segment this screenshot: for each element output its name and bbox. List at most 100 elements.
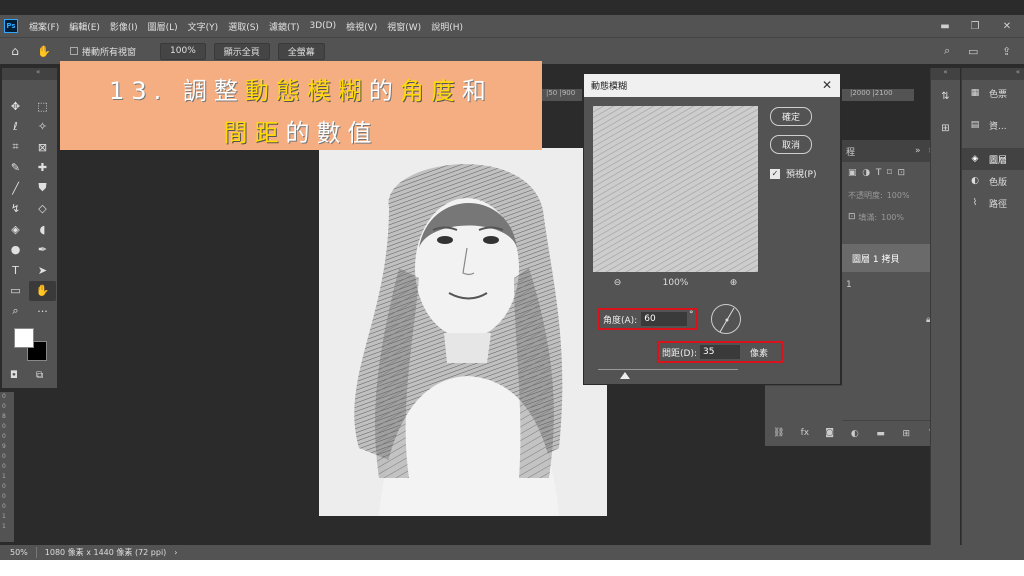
brush-tool-icon[interactable]: ╱: [2, 178, 29, 199]
ruler-tick: 0: [2, 463, 6, 470]
libraries-panel-button[interactable]: ▤ 資...: [962, 114, 1024, 136]
dialog-title-bar[interactable]: 動態模糊 ✕: [584, 74, 840, 97]
menu-3d[interactable]: 3D(D): [304, 21, 341, 31]
lock-icon[interactable]: ⊡: [848, 212, 856, 222]
ok-button[interactable]: 確定: [770, 107, 812, 126]
options-bar: ⌂ ✋ 捲動所有視窗 100% 顯示全頁 全螢幕 ⌕ ▭ ⇪: [0, 37, 1024, 64]
fill-screen-button[interactable]: 全螢幕: [277, 42, 325, 60]
adjustments-panel-icon[interactable]: ⊞: [931, 112, 960, 144]
paths-tab-fragment[interactable]: 程: [846, 145, 855, 158]
layer-row-name-fragment[interactable]: 1: [842, 280, 852, 290]
fill-value[interactable]: 100%: [881, 213, 904, 222]
menu-select[interactable]: 選取(S): [223, 20, 264, 33]
group-icon[interactable]: ▬: [876, 429, 885, 439]
pixel-filter-icon[interactable]: ▣: [848, 168, 857, 178]
distance-input[interactable]: 35: [700, 345, 740, 359]
opacity-value[interactable]: 100%: [887, 191, 910, 200]
workspace-icon[interactable]: ▭: [968, 45, 978, 58]
angle-input[interactable]: 60: [641, 312, 688, 326]
ruler-tick: 0: [2, 453, 6, 460]
menu-type[interactable]: 文字(Y): [183, 20, 224, 33]
distance-slider-track[interactable]: [598, 369, 738, 370]
type-filter-icon[interactable]: T: [876, 168, 882, 178]
path-select-tool-icon[interactable]: ➤: [29, 260, 56, 281]
dock-collapse-icon[interactable]: «: [931, 68, 960, 80]
eyedropper-tool-icon[interactable]: ✎: [2, 158, 29, 179]
libraries-label: 資...: [989, 121, 1007, 132]
menu-help[interactable]: 說明(H): [426, 20, 468, 33]
blur-preview[interactable]: [593, 106, 758, 272]
banner-highlight-motion-blur: 動態模糊: [244, 77, 369, 105]
preview-toggle[interactable]: ✓ 預視(P): [770, 167, 816, 180]
restore-button[interactable]: ❐: [960, 15, 990, 37]
status-menu-arrow[interactable]: ›: [174, 548, 177, 557]
zoom-100-button[interactable]: 100%: [160, 42, 206, 60]
zoom-tool-icon[interactable]: ⌕: [2, 301, 29, 322]
new-layer-icon[interactable]: ⊞: [903, 429, 911, 439]
canvas-image[interactable]: [319, 148, 607, 516]
channels-panel-button[interactable]: ◐ 色版: [962, 170, 1024, 192]
minimize-button[interactable]: ▬: [930, 15, 960, 37]
blur-tool-icon[interactable]: ◖: [29, 219, 56, 240]
screen-mode-icon[interactable]: ⧉: [36, 370, 43, 381]
zoom-in-icon[interactable]: ⊕: [730, 278, 738, 288]
menu-filter[interactable]: 濾鏡(T): [264, 20, 305, 33]
type-tool-icon[interactable]: T: [2, 260, 29, 281]
eraser-tool-icon[interactable]: ◇: [29, 199, 56, 220]
dialog-title: 動態模糊: [591, 82, 628, 92]
menu-image[interactable]: 影像(I): [105, 20, 143, 33]
adjustment-filter-icon[interactable]: ◑: [862, 168, 870, 178]
cancel-button[interactable]: 取消: [770, 135, 812, 154]
foreground-color-swatch[interactable]: [14, 328, 34, 348]
share-icon[interactable]: ⇪: [1002, 45, 1011, 58]
fit-screen-button[interactable]: 顯示全頁: [213, 42, 270, 60]
swatches-panel-button[interactable]: ▦ 色票: [962, 82, 1024, 104]
menu-file[interactable]: 檔案(F): [24, 20, 64, 33]
ruler-tick: 0: [2, 433, 6, 440]
layer-style-icon[interactable]: fx: [801, 428, 810, 438]
quick-mask-icon[interactable]: ◘: [10, 370, 18, 381]
status-zoom[interactable]: 50%: [10, 548, 28, 557]
adjustment-layer-icon[interactable]: ◐: [851, 429, 859, 439]
patch-tool-icon[interactable]: ✚: [29, 158, 56, 179]
frame-tool-icon[interactable]: ⊠: [29, 137, 56, 158]
home-icon[interactable]: ⌂: [0, 44, 30, 58]
lasso-tool-icon[interactable]: ℓ: [2, 117, 29, 138]
tools-panel-collapse-icon[interactable]: «: [2, 68, 57, 80]
history-brush-tool-icon[interactable]: ↯: [2, 199, 29, 220]
paths-panel-button[interactable]: ⌇ 路徑: [962, 192, 1024, 214]
properties-panel-icon[interactable]: ⇅: [931, 80, 960, 112]
link-layers-icon[interactable]: ⛓: [773, 428, 784, 438]
sketch-portrait-image: [319, 148, 607, 516]
panel-collapse-icon[interactable]: »: [915, 146, 921, 156]
close-icon[interactable]: ✕: [822, 78, 832, 92]
move-tool-icon[interactable]: ✥: [2, 96, 29, 117]
menu-window[interactable]: 視窗(W): [382, 20, 426, 33]
layer-mask-icon[interactable]: ◙: [825, 428, 834, 438]
hand-tool-icon[interactable]: ✋: [29, 280, 56, 301]
zoom-out-icon[interactable]: ⊖: [614, 278, 622, 288]
search-icon[interactable]: ⌕: [944, 44, 950, 58]
more-tools-icon[interactable]: ···: [29, 301, 56, 322]
scroll-all-windows-checkbox[interactable]: [70, 47, 78, 55]
smart-filter-icon[interactable]: ⊡: [897, 168, 905, 178]
dodge-tool-icon[interactable]: ●: [2, 240, 29, 261]
hand-tool-preset-icon[interactable]: ✋: [30, 45, 58, 58]
menu-view[interactable]: 檢視(V): [341, 20, 382, 33]
distance-slider-thumb[interactable]: [620, 372, 630, 379]
menu-edit[interactable]: 編輯(E): [64, 20, 105, 33]
close-window-button[interactable]: ✕: [992, 15, 1022, 37]
stamp-tool-icon[interactable]: ⛊: [29, 178, 56, 199]
menu-layer[interactable]: 圖層(L): [143, 20, 183, 33]
angle-dial[interactable]: [711, 304, 741, 334]
rectangle-tool-icon[interactable]: ▭: [2, 281, 29, 302]
marquee-tool-icon[interactable]: ⬚: [29, 96, 56, 117]
paint-bucket-tool-icon[interactable]: ◈: [2, 219, 29, 240]
dock-expand-icon[interactable]: «: [962, 68, 1024, 80]
pen-tool-icon[interactable]: ✒: [29, 240, 56, 261]
layers-panel-button[interactable]: ◈ 圖層: [962, 148, 1024, 170]
preview-checkbox[interactable]: ✓: [770, 168, 780, 179]
crop-tool-icon[interactable]: ⌗: [2, 137, 29, 158]
shape-filter-icon[interactable]: ⌑: [887, 168, 892, 178]
magic-wand-tool-icon[interactable]: ✧: [29, 117, 56, 138]
